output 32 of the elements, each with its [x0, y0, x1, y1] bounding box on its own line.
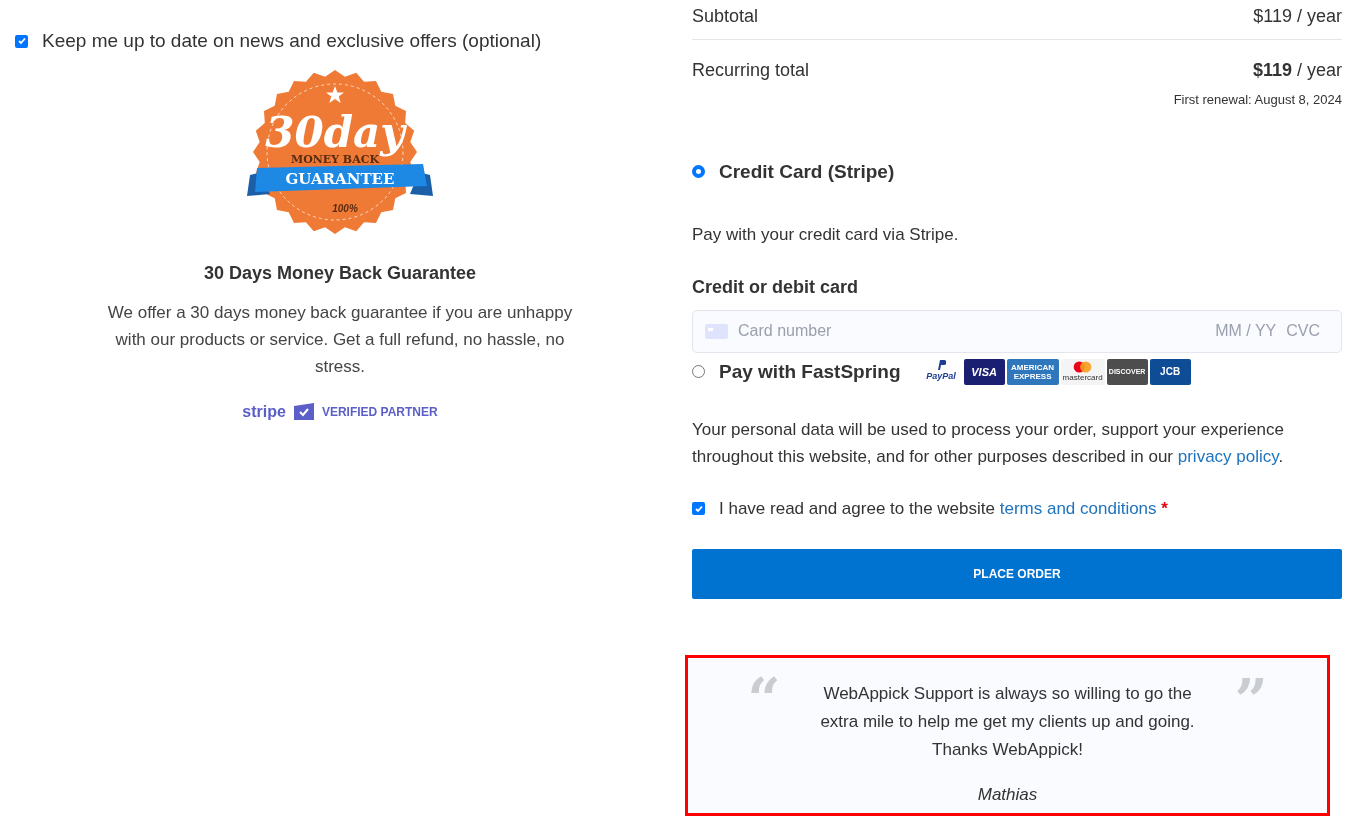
total-label: Subtotal	[692, 5, 759, 28]
verified-partner-label: VERIFIED PARTNER	[321, 403, 438, 421]
place-order-button[interactable]: PLACE ORDER	[692, 548, 1342, 599]
close-quote: ”	[1234, 679, 1268, 736]
testimonial-quote: WebAppick Support is always so willing to go the extra mile to help me get my clients up and going. Thanks WebAppick!	[819, 682, 1196, 761]
total-amount: $119 / year	[1253, 5, 1342, 28]
card-logo: AMERICAN EXPRESS	[1006, 358, 1059, 385]
radio-button[interactable]	[692, 165, 705, 179]
card-logo: VISA	[963, 358, 1005, 385]
card-logo: mastercard	[1060, 358, 1105, 385]
total-label: Recurring total	[692, 59, 810, 82]
total-amount: $119 / year	[1252, 59, 1342, 82]
stripe-logo: stripe	[242, 401, 286, 422]
payment-description: Pay with your credit card via Stripe.	[692, 224, 960, 246]
newsletter-checkbox[interactable]	[15, 34, 28, 48]
renewal-date: First renewal: August 8, 2024	[1173, 91, 1342, 109]
payment-option-label: Credit Card (Stripe)	[719, 159, 895, 184]
privacy-policy-link[interactable]: privacy policy	[1177, 447, 1279, 466]
guarantee-text: We offer a 30 days money back guarantee if you are unhappy with our products or service. Get a full refund, no hassle, no stress.	[106, 301, 574, 378]
terms-link[interactable]: terms and conditions	[999, 499, 1157, 518]
newsletter-label: Keep me up to date on news and exclusive offers (optional)	[42, 29, 542, 53]
terms-checkbox[interactable]	[692, 502, 705, 516]
card-heading: Credit or debit card	[692, 275, 860, 299]
privacy-notice: Your personal data will be used to process your order, support your experience throughout this website, and for other purposes described in our privacy policy.	[692, 419, 1285, 468]
card-input-field[interactable]: Card number MM / YY CVC	[692, 309, 1342, 353]
guarantee-title: 30 Days Money Back Guarantee	[203, 261, 477, 285]
credit-card-icon	[705, 323, 728, 339]
card-logo: JCB	[1149, 358, 1191, 385]
payment-option-label: Pay with FastSpring	[719, 359, 901, 384]
terms-label: I have read and agree to the website terms and conditions *	[719, 498, 1168, 520]
check-flag-icon	[293, 403, 314, 420]
testimonial-author: Mathias	[977, 783, 1038, 806]
